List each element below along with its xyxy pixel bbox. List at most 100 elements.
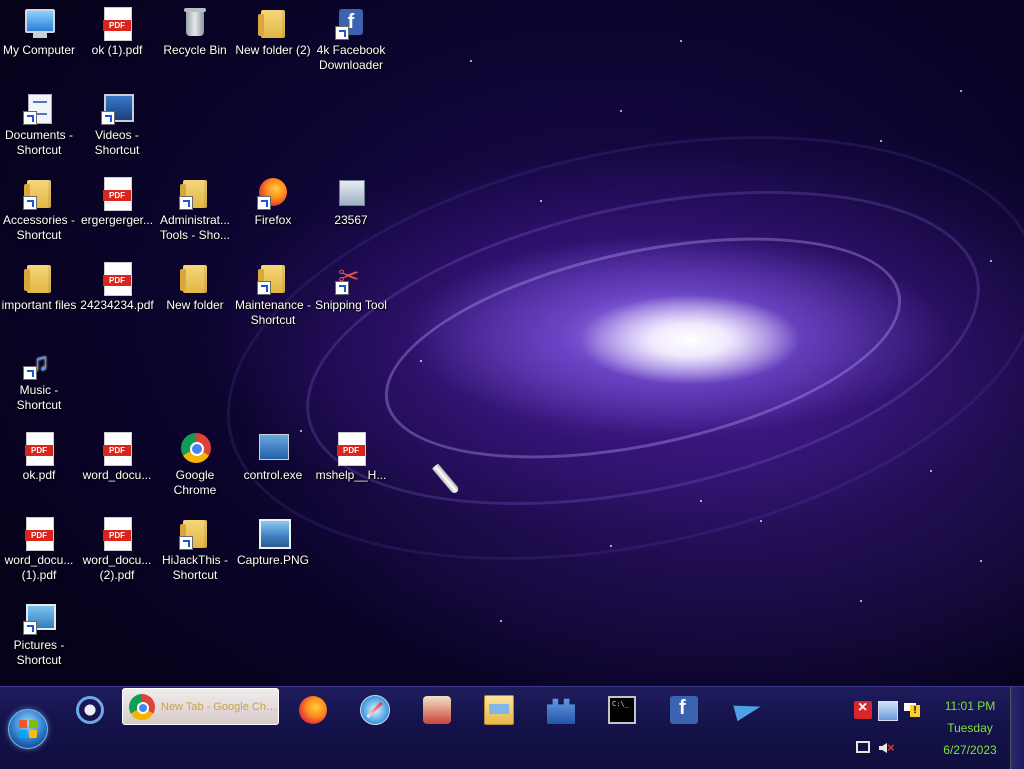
desktop-icon-label: Capture.PNG — [236, 553, 310, 567]
shortcut-arrow-icon — [257, 196, 271, 210]
computer-icon — [22, 6, 56, 40]
desktop-icon[interactable]: control.exe — [234, 431, 312, 483]
shortcut-arrow-icon — [23, 621, 37, 635]
taskbar-spybot[interactable] — [417, 691, 457, 729]
pdf-icon — [334, 431, 368, 466]
music-icon — [22, 346, 56, 380]
castle-app-icon — [547, 698, 575, 724]
desktop-icon[interactable]: ergergerger... — [78, 176, 156, 228]
desktop-icon[interactable]: 24234234.pdf — [78, 261, 156, 313]
recycle-bin-icon — [178, 6, 212, 40]
shortcut-arrow-icon — [23, 366, 37, 380]
shortcut-arrow-icon — [23, 196, 37, 210]
telegram-icon — [733, 696, 761, 724]
desktop-icon-label: control.exe — [243, 468, 303, 482]
scissors-icon — [334, 261, 368, 295]
desktop-icon[interactable]: mshelp__H... — [312, 431, 390, 483]
taskbar-safari[interactable] — [355, 691, 395, 729]
desktop-icon-label: Google Chrome — [173, 468, 217, 497]
network-icon[interactable] — [878, 701, 898, 721]
desktop-icon-label: Administrat... Tools - Sho... — [159, 213, 231, 242]
taskbar-telegram[interactable] — [727, 691, 767, 729]
videos-icon — [100, 91, 134, 125]
pdf-icon — [100, 431, 134, 466]
clock-date: 6/27/2023 — [943, 743, 997, 757]
taskbar-file-explorer[interactable] — [479, 691, 519, 729]
desktop-icon[interactable]: Documents - Shortcut — [0, 91, 78, 158]
desktop-icon-label: 24234234.pdf — [80, 298, 154, 312]
desktop-icon[interactable]: word_docu... (2).pdf — [78, 516, 156, 583]
taskbar-sync-center[interactable] — [70, 691, 110, 729]
desktop-icon[interactable]: ok (1).pdf — [78, 6, 156, 58]
desktop-icon[interactable]: important files — [0, 261, 78, 313]
shortcut-arrow-icon — [179, 536, 193, 550]
show-desktop-button[interactable] — [1010, 687, 1024, 769]
desktop-icon[interactable]: Pictures - Shortcut — [0, 601, 78, 668]
taskbar-castle-app[interactable] — [541, 691, 581, 729]
taskbar-chrome-window[interactable]: New Tab - Google Chrome — [122, 688, 279, 725]
desktop-icon[interactable]: Maintenance - Shortcut — [234, 261, 312, 328]
clock-time: 11:01 PM — [944, 699, 996, 713]
desktop-icon[interactable]: Administrat... Tools - Sho... — [156, 176, 234, 243]
folder-icon — [256, 261, 290, 295]
monitor-icon[interactable] — [856, 741, 870, 753]
desktop-icon-label: Pictures - Shortcut — [13, 638, 65, 667]
command-prompt-icon — [608, 696, 636, 724]
shortcut-arrow-icon — [257, 281, 271, 295]
desktop-icon-label: word_docu... (2).pdf — [82, 553, 152, 582]
desktop-icon[interactable]: Music - Shortcut — [0, 346, 78, 413]
desktop-icon[interactable]: word_docu... — [78, 431, 156, 483]
desktop-icon[interactable]: Recycle Bin — [156, 6, 234, 58]
pdf-icon — [100, 6, 134, 41]
desktop-icon[interactable]: Google Chrome — [156, 431, 234, 498]
taskbar-firefox[interactable] — [293, 691, 333, 729]
start-button[interactable] — [8, 709, 48, 749]
clock-day: Tuesday — [947, 721, 993, 735]
desktop-icon[interactable]: Videos - Shortcut — [78, 91, 156, 158]
desktop-icon[interactable]: Snipping Tool — [312, 261, 390, 313]
desktop-icon-label: Recycle Bin — [163, 43, 227, 57]
documents-icon — [22, 91, 56, 125]
shortcut-arrow-icon — [23, 111, 37, 125]
galaxy-arm — [187, 68, 1024, 628]
shortcut-arrow-icon — [179, 196, 193, 210]
shortcut-arrow-icon — [335, 26, 349, 40]
desktop-icon[interactable]: New folder — [156, 261, 234, 313]
desktop-icon-label: New folder — [166, 298, 224, 312]
desktop-icon-label: HiJackThis - Shortcut — [161, 553, 228, 582]
firefox-icon — [299, 696, 327, 724]
desktop-icon[interactable]: HiJackThis - Shortcut — [156, 516, 234, 583]
sync-center-icon — [76, 696, 104, 724]
chrome-icon — [178, 431, 212, 465]
desktop-icon-label: ok.pdf — [22, 468, 56, 482]
desktop-icon-label: word_docu... (1).pdf — [4, 553, 74, 582]
clock[interactable]: 11:01 PM Tuesday 6/27/2023 — [930, 695, 1010, 761]
desktop-icon[interactable]: New folder (2) — [234, 6, 312, 58]
desktop-icon[interactable]: word_docu... (1).pdf — [0, 516, 78, 583]
taskbar-facebook-downloader[interactable] — [664, 691, 704, 729]
taskbar-command-prompt[interactable] — [602, 691, 642, 729]
desktop-icon[interactable]: Accessories - Shortcut — [0, 176, 78, 243]
error-icon[interactable] — [854, 699, 872, 719]
desktop-icon[interactable]: 23567 — [312, 176, 390, 228]
desktop-icon[interactable]: ok.pdf — [0, 431, 78, 483]
volume-muted-icon[interactable] — [878, 739, 896, 757]
desktop-icon-label: Videos - Shortcut — [94, 128, 140, 157]
pdf-icon — [22, 431, 56, 466]
desktop-icon-label: New folder (2) — [235, 43, 311, 57]
desktop-icon-label: ok (1).pdf — [91, 43, 143, 57]
desktop-icon-label: important files — [1, 298, 77, 312]
system-tray — [850, 697, 930, 767]
chrome-icon — [129, 693, 155, 720]
desktop-icon[interactable]: f 4k Facebook Downloader — [312, 6, 390, 73]
shortcut-arrow-icon — [335, 281, 349, 295]
pdf-icon — [100, 516, 134, 551]
folder-icon — [178, 176, 212, 210]
control-panel-icon — [256, 431, 290, 465]
desktop-icon[interactable]: Firefox — [234, 176, 312, 228]
desktop-icon[interactable]: Capture.PNG — [234, 516, 312, 568]
pdf-icon — [100, 261, 134, 296]
action-center-flag-icon[interactable] — [902, 701, 920, 719]
desktop-icon-label: mshelp__H... — [315, 468, 387, 482]
desktop-icon[interactable]: My Computer — [0, 6, 78, 58]
